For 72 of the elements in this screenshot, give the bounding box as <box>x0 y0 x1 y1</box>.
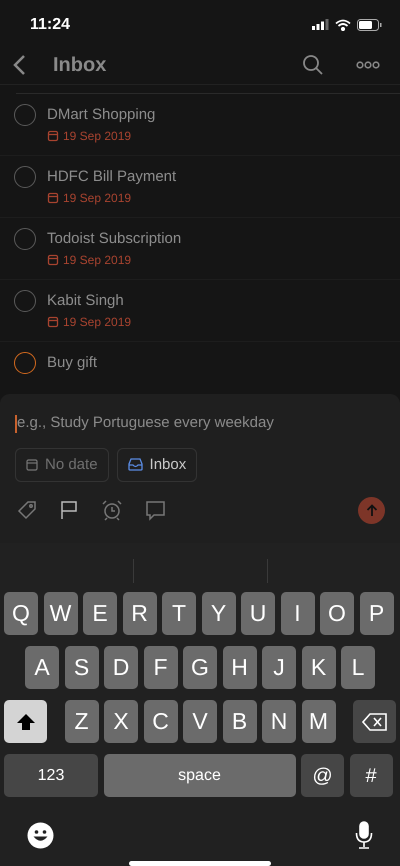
task-date: 19 Sep 2019 <box>63 252 132 270</box>
header-title: Inbox <box>53 53 106 78</box>
calendar-icon <box>47 130 59 142</box>
more-icon[interactable] <box>356 61 380 70</box>
key[interactable]: Q <box>4 592 38 636</box>
key[interactable]: N <box>262 700 296 744</box>
key[interactable]: T <box>162 592 196 636</box>
key[interactable]: V <box>183 700 217 744</box>
task-title: Todoist Subscription <box>47 229 182 250</box>
symbol-key[interactable]: @ <box>301 754 344 798</box>
space-key[interactable]: space <box>104 754 296 798</box>
key[interactable]: Z <box>64 700 98 744</box>
key[interactable]: C <box>144 700 178 744</box>
task-date: 19 Sep 2019 <box>63 128 132 146</box>
tag-icon[interactable] <box>17 500 37 520</box>
symbol-key[interactable]: # <box>350 754 392 798</box>
task-date: 19 Sep 2019 <box>63 314 132 332</box>
project-chip[interactable]: Inbox <box>116 448 198 482</box>
key[interactable]: W <box>44 592 78 636</box>
key[interactable]: E <box>83 592 117 636</box>
task-checkbox[interactable] <box>14 104 36 126</box>
calendar-icon <box>47 316 59 328</box>
date-chip[interactable]: No date <box>15 448 109 482</box>
inbox-tray-icon <box>128 458 143 472</box>
backspace-icon <box>362 712 388 731</box>
key[interactable]: G <box>183 646 217 690</box>
key[interactable]: M <box>302 700 336 744</box>
calendar-icon <box>47 192 59 204</box>
shift-arrow-icon <box>16 712 36 731</box>
task-checkbox[interactable] <box>14 290 36 312</box>
key[interactable]: S <box>64 646 98 690</box>
wifi-icon <box>335 18 351 31</box>
task-checkbox[interactable] <box>14 352 36 374</box>
battery-icon <box>357 18 382 31</box>
key[interactable]: F <box>144 646 178 690</box>
key[interactable]: R <box>122 592 156 636</box>
calendar-icon <box>26 458 38 471</box>
up-arrow-icon <box>366 504 378 517</box>
key[interactable]: O <box>320 592 354 636</box>
task-title: DMart Shopping <box>47 105 156 126</box>
back-icon[interactable] <box>12 54 26 76</box>
backspace-key[interactable] <box>353 700 396 744</box>
task-title: Buy gift <box>47 353 98 374</box>
alarm-clock-icon[interactable] <box>101 499 123 522</box>
key[interactable]: P <box>360 592 394 636</box>
key[interactable]: H <box>222 646 256 690</box>
key[interactable]: B <box>222 700 256 744</box>
emoji-icon[interactable] <box>27 822 54 849</box>
task-input[interactable]: e.g., Study Portuguese every weekday <box>17 412 385 435</box>
shift-key[interactable] <box>4 700 47 744</box>
key[interactable]: X <box>104 700 138 744</box>
task-title: Kabit Singh <box>47 291 125 312</box>
signal-icon <box>312 19 329 30</box>
task-checkbox[interactable] <box>14 228 36 250</box>
key[interactable]: U <box>241 592 275 636</box>
task-checkbox[interactable] <box>14 166 36 188</box>
key[interactable]: I <box>280 592 314 636</box>
comment-icon[interactable] <box>145 500 166 521</box>
numbers-key[interactable]: 123 <box>4 754 98 798</box>
task-date: 19 Sep 2019 <box>63 190 132 208</box>
key[interactable]: L <box>341 646 375 690</box>
key[interactable]: Y <box>202 592 236 636</box>
flag-icon[interactable] <box>59 500 79 520</box>
search-icon[interactable] <box>302 54 324 76</box>
microphone-icon[interactable] <box>355 821 373 850</box>
task-title: HDFC Bill Payment <box>47 167 176 188</box>
key[interactable]: K <box>302 646 336 690</box>
key[interactable]: A <box>25 646 59 690</box>
key[interactable]: J <box>262 646 296 690</box>
calendar-icon <box>47 254 59 266</box>
key[interactable]: D <box>104 646 138 690</box>
status-time: 11:24 <box>30 14 70 35</box>
